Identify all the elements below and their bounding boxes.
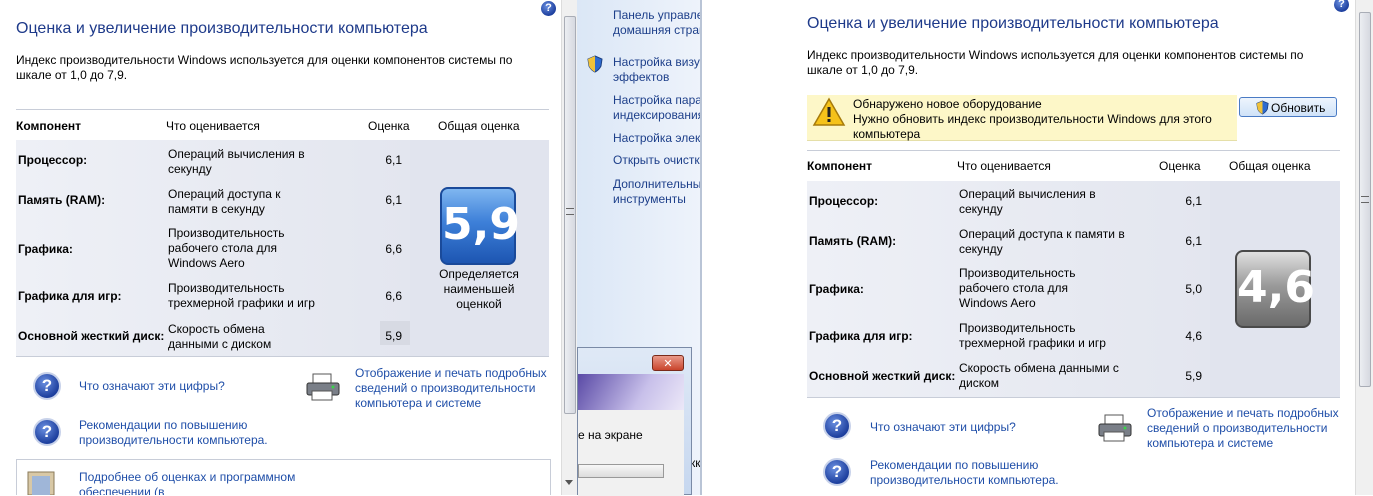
uac-shield-icon (1256, 100, 1269, 115)
right-panel: ? Оценка и увеличение производительности… (700, 0, 1355, 495)
left-scrollbar[interactable] (561, 0, 578, 495)
row-score: 6,1 (385, 153, 402, 167)
link-print-details[interactable]: Отображение и печать подробных сведений … (355, 366, 550, 411)
help-question-icon: ? (823, 458, 851, 486)
row-name: Основной жесткий диск: (809, 369, 956, 383)
row-score: 5,0 (1185, 282, 1202, 296)
progress-bar (578, 464, 664, 478)
header-component: Компонент (16, 119, 81, 133)
close-icon[interactable]: ✕ (652, 355, 684, 371)
dialog-text: е на экране (578, 428, 643, 442)
row-desc: Производительность трехмерной графики и … (168, 281, 315, 310)
row-name: Память (RAM): (18, 193, 106, 207)
dialog-body (578, 410, 684, 496)
row-desc: Операций доступа к памяти в секунду (959, 227, 1125, 256)
help-question-icon: ? (33, 372, 61, 400)
row-desc: Операций вычисления в секунду (959, 187, 1096, 216)
row-score: 6,6 (385, 289, 402, 303)
header-score: Оценка (368, 119, 410, 133)
row-name: Графика: (809, 282, 864, 296)
update-button-label: Обновить (1271, 101, 1326, 115)
row-score: 6,1 (1185, 234, 1202, 248)
row-desc: Скорость обмена данными с диском (168, 322, 272, 351)
divider (16, 356, 549, 357)
header-rated: Что оценивается (957, 159, 1051, 173)
right-scrollbar[interactable] (1355, 0, 1373, 495)
warning-triangle-icon (812, 97, 846, 126)
update-button[interactable]: Обновить (1239, 97, 1337, 117)
help-icon[interactable]: ? (1334, 0, 1349, 12)
divider (807, 397, 1340, 398)
window-edge (700, 0, 702, 495)
scroll-down-arrow-icon[interactable] (565, 480, 573, 485)
row-desc: Производительность рабочего стола для Wi… (959, 266, 1076, 310)
row-desc: Операций доступа к памяти в секунду (168, 187, 281, 216)
base-score-badge: 4,6 (1235, 250, 1315, 328)
row-score: 4,6 (1185, 329, 1202, 343)
page-title: Оценка и увеличение производительности к… (16, 20, 428, 37)
scroll-grip-icon (566, 208, 574, 215)
row-desc: Операций вычисления в секунду (168, 147, 305, 176)
link-print-details[interactable]: Отображение и печать подробных сведений … (1147, 406, 1342, 451)
base-score-value: 4,6 (1237, 262, 1315, 313)
help-question-icon: ? (823, 412, 851, 440)
warning-text: Нужно обновить индекс производительности… (853, 112, 1212, 141)
link-what-numbers[interactable]: Что означают эти цифры? (870, 420, 1016, 435)
software-icon (27, 471, 55, 495)
row-score: 5,9 (1185, 369, 1202, 383)
printer-icon (306, 373, 340, 401)
divider (16, 109, 549, 110)
row-desc: Производительность трехмерной графики и … (959, 321, 1106, 350)
dialog-banner (578, 374, 684, 410)
header-overall: Общая оценка (438, 119, 520, 133)
base-score-value: 5,9 (442, 199, 520, 250)
printer-icon (1098, 414, 1132, 442)
uac-shield-icon (587, 55, 603, 73)
row-score: 6,1 (1185, 194, 1202, 208)
row-name: Графика: (18, 242, 73, 256)
warning-title: Обнаружено новое оборудование (853, 97, 1042, 111)
header-rated: Что оценивается (166, 119, 260, 133)
help-question-icon: ? (33, 418, 61, 446)
dialog-window: ✕ е на экране (577, 347, 692, 496)
scroll-grip-icon (1361, 196, 1369, 203)
row-name: Процессор: (809, 194, 879, 208)
row-name: Графика для игр: (18, 289, 122, 303)
header-component: Компонент (807, 159, 872, 173)
row-name: Графика для игр: (809, 329, 913, 343)
page-description: Индекс производительности Windows исполь… (16, 53, 513, 82)
link-tips[interactable]: Рекомендации по повышению производительн… (870, 458, 1070, 488)
header-overall: Общая оценка (1229, 159, 1311, 173)
page-description: Индекс производительности Windows исполь… (807, 48, 1304, 77)
link-what-numbers[interactable]: Что означают эти цифры? (79, 379, 225, 394)
divider (807, 150, 1340, 151)
scroll-thumb[interactable] (564, 16, 576, 414)
page-title: Оценка и увеличение производительности к… (807, 15, 1219, 32)
row-name: Процессор: (18, 153, 88, 167)
row-score: 5,9 (385, 329, 402, 343)
row-name: Память (RAM): (809, 234, 897, 248)
link-more-info[interactable]: Подробнее об оценках и программном обесп… (79, 470, 299, 495)
left-panel: ? Оценка и увеличение производительности… (0, 0, 560, 495)
base-score-caption: Определяется наименьшей оценкой (439, 267, 519, 311)
row-desc: Производительность рабочего стола для Wi… (168, 226, 285, 270)
row-desc: Скорость обмена данными с диском (959, 361, 1119, 390)
link-tips[interactable]: Рекомендации по повышению производительн… (79, 418, 279, 448)
help-icon[interactable]: ? (541, 1, 556, 16)
header-score: Оценка (1159, 159, 1201, 173)
row-name: Основной жесткий диск: (18, 329, 165, 343)
base-score-badge: 5,9 (440, 187, 520, 265)
row-score: 6,1 (385, 193, 402, 207)
row-score: 6,6 (385, 242, 402, 256)
